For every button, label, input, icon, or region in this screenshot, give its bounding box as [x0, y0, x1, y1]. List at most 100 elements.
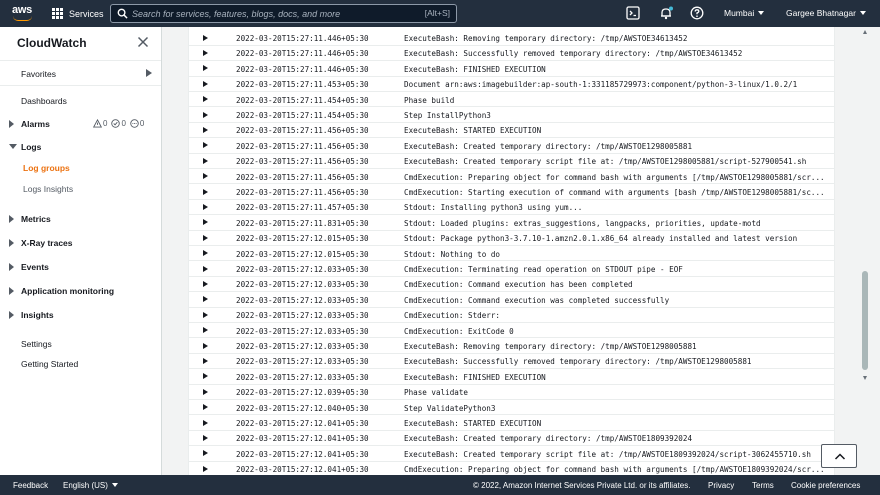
sidebar-item-alarms[interactable]: Alarms — [21, 119, 50, 129]
table-row[interactable]: 2022-03-20T15:27:11.454+05:30 Step Instal… — [189, 108, 834, 123]
expand-row-icon[interactable] — [203, 111, 208, 118]
expand-row-icon[interactable] — [203, 96, 208, 103]
expand-row-icon[interactable] — [203, 404, 208, 411]
caret-right-icon[interactable] — [146, 69, 152, 77]
expand-row-icon[interactable] — [203, 327, 208, 334]
expand-row-icon[interactable] — [203, 357, 208, 364]
table-row[interactable]: 2022-03-20T15:27:11.453+05:30 Document ar… — [189, 77, 834, 93]
privacy-link[interactable]: Privacy — [708, 481, 734, 490]
table-row[interactable]: 2022-03-20T15:27:11.446+05:30 ExecuteBash… — [189, 61, 834, 77]
sidebar-item-logs[interactable]: Logs — [21, 142, 41, 152]
cloudshell-icon[interactable] — [626, 6, 640, 20]
table-row[interactable]: 2022-03-20T15:27:12.015+05:30 Stdout: Pac… — [189, 231, 834, 247]
table-row[interactable]: 2022-03-20T15:27:11.457+05:30 Stdout: Ins… — [189, 200, 834, 216]
bell-icon[interactable] — [659, 6, 673, 20]
sidebar-item-logs-insights[interactable]: Logs Insights — [23, 184, 73, 194]
table-row[interactable]: 2022-03-20T15:27:12.041+05:30 ExecuteBash… — [189, 416, 834, 431]
sidebar-item-insights[interactable]: Insights — [21, 310, 54, 320]
cookie-preferences-link[interactable]: Cookie preferences — [791, 481, 860, 490]
terms-link[interactable]: Terms — [752, 481, 774, 490]
expand-row-icon[interactable] — [203, 157, 208, 164]
scrollbar-thumb[interactable] — [862, 271, 868, 370]
feedback-link[interactable]: Feedback — [13, 481, 48, 490]
expand-row-icon[interactable] — [203, 234, 208, 241]
expand-row-icon[interactable] — [203, 219, 208, 226]
caret-right-icon[interactable] — [9, 263, 14, 271]
sidebar-item-xray[interactable]: X-Ray traces — [21, 238, 73, 248]
sidebar-item-events[interactable]: Events — [21, 262, 49, 272]
caret-right-icon[interactable] — [9, 311, 14, 319]
expand-row-icon[interactable] — [203, 49, 208, 56]
expand-row-icon[interactable] — [203, 373, 208, 380]
services-menu-button[interactable]: Services — [52, 5, 104, 22]
sidebar-item-dashboards[interactable]: Dashboards — [21, 96, 67, 106]
expand-row-icon[interactable] — [203, 465, 208, 472]
caret-right-icon[interactable] — [9, 120, 14, 128]
expand-row-icon[interactable] — [203, 142, 208, 149]
table-row[interactable]: 2022-03-20T15:27:12.033+05:30 CmdExecutio… — [189, 292, 834, 308]
table-row[interactable]: 2022-03-20T15:27:12.033+05:30 CmdExecutio… — [189, 323, 834, 339]
scroll-up-icon[interactable] — [863, 30, 867, 34]
table-row[interactable]: 2022-03-20T15:27:12.040+05:30 Step Valida… — [189, 400, 834, 416]
expand-row-icon[interactable] — [203, 265, 208, 272]
close-icon[interactable] — [137, 36, 149, 48]
sidebar-item-getting-started[interactable]: Getting Started — [21, 359, 78, 369]
expand-row-icon[interactable] — [203, 280, 208, 287]
region-selector[interactable]: Mumbai — [724, 8, 765, 18]
expand-row-icon[interactable] — [203, 434, 208, 441]
table-row[interactable]: 2022-03-20T15:27:12.033+05:30 CmdExecutio… — [189, 262, 834, 277]
table-row[interactable]: 2022-03-20T15:27:12.015+05:30 Stdout: Not… — [189, 246, 834, 262]
table-row[interactable]: 2022-03-20T15:27:11.446+05:30 ExecuteBash… — [189, 31, 834, 46]
expand-row-icon[interactable] — [203, 342, 208, 349]
sidebar-item-settings[interactable]: Settings — [21, 339, 52, 349]
expand-row-icon[interactable] — [203, 34, 208, 41]
vertical-scrollbar[interactable] — [860, 27, 871, 475]
sidebar-item-metrics[interactable]: Metrics — [21, 214, 51, 224]
expand-row-icon[interactable] — [203, 296, 208, 303]
expand-row-icon[interactable] — [203, 203, 208, 210]
table-row[interactable]: 2022-03-20T15:27:11.446+05:30 ExecuteBash… — [189, 46, 834, 62]
expand-row-icon[interactable] — [203, 450, 208, 457]
help-icon[interactable] — [690, 6, 704, 20]
alarm-status-counts[interactable]: 0 0 0 — [93, 119, 144, 128]
caret-right-icon[interactable] — [9, 287, 14, 295]
search-box[interactable]: [Alt+S] — [110, 4, 457, 23]
sidebar-item-favorites[interactable]: Favorites — [21, 69, 56, 79]
table-row[interactable]: 2022-03-20T15:27:12.041+05:30 ExecuteBash… — [189, 446, 834, 462]
table-row[interactable]: 2022-03-20T15:27:12.033+05:30 CmdExecutio… — [189, 308, 834, 324]
table-row[interactable]: 2022-03-20T15:27:11.456+05:30 ExecuteBash… — [189, 154, 834, 170]
table-row[interactable]: 2022-03-20T15:27:12.033+05:30 ExecuteBash… — [189, 354, 834, 370]
expand-row-icon[interactable] — [203, 419, 208, 426]
expand-row-icon[interactable] — [203, 126, 208, 133]
caret-right-icon[interactable] — [9, 239, 14, 247]
table-row[interactable]: 2022-03-20T15:27:11.456+05:30 CmdExecutio… — [189, 169, 834, 185]
aws-logo[interactable]: aws — [12, 4, 34, 22]
table-row[interactable]: 2022-03-20T15:27:12.033+05:30 ExecuteBash… — [189, 369, 834, 385]
table-row[interactable]: 2022-03-20T15:27:11.454+05:30 Phase build — [189, 92, 834, 108]
account-menu[interactable]: Gargee Bhatnagar — [786, 8, 866, 18]
table-row[interactable]: 2022-03-20T15:27:12.041+05:30 CmdExecutio… — [189, 462, 834, 475]
expand-row-icon[interactable] — [203, 311, 208, 318]
expand-row-icon[interactable] — [203, 188, 208, 195]
sidebar-item-application-monitoring[interactable]: Application monitoring — [21, 286, 114, 296]
expand-row-icon[interactable] — [203, 388, 208, 395]
expand-row-icon[interactable] — [203, 250, 208, 257]
table-row[interactable]: 2022-03-20T15:27:11.456+05:30 ExecuteBash… — [189, 123, 834, 139]
table-row[interactable]: 2022-03-20T15:27:11.456+05:30 CmdExecutio… — [189, 185, 834, 200]
table-row[interactable]: 2022-03-20T15:27:12.039+05:30 Phase valid… — [189, 385, 834, 401]
caret-down-icon[interactable] — [9, 144, 17, 149]
expand-row-icon[interactable] — [203, 80, 208, 87]
table-row[interactable]: 2022-03-20T15:27:12.033+05:30 CmdExecutio… — [189, 277, 834, 293]
expand-row-icon[interactable] — [203, 173, 208, 180]
search-input[interactable] — [132, 6, 412, 21]
table-row[interactable]: 2022-03-20T15:27:12.033+05:30 ExecuteBash… — [189, 339, 834, 354]
table-row[interactable]: 2022-03-20T15:27:11.831+05:30 Stdout: Loa… — [189, 215, 834, 231]
language-selector[interactable]: English (US) — [63, 481, 118, 490]
table-row[interactable]: 2022-03-20T15:27:12.041+05:30 ExecuteBash… — [189, 431, 834, 447]
caret-right-icon[interactable] — [9, 215, 14, 223]
expand-row-icon[interactable] — [203, 65, 208, 72]
scroll-down-icon[interactable] — [863, 376, 867, 380]
table-row[interactable]: 2022-03-20T15:27:11.456+05:30 ExecuteBash… — [189, 138, 834, 154]
scroll-to-top-button[interactable] — [821, 444, 857, 468]
sidebar-item-log-groups[interactable]: Log groups — [23, 163, 70, 173]
